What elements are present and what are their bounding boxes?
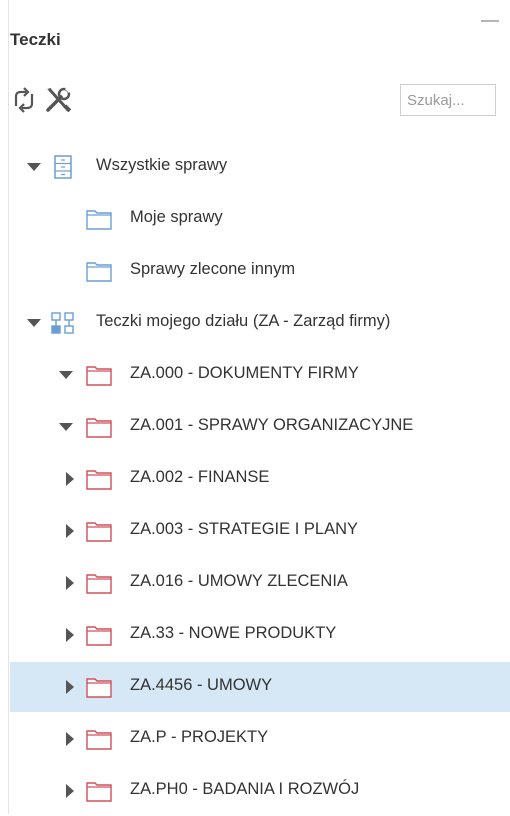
tree-node-folder[interactable]: ZA.002 - FINANSE <box>10 454 510 504</box>
tree-node-my-cases[interactable]: Moje sprawy <box>10 194 510 244</box>
collapsed-toggle-icon[interactable] <box>62 783 78 799</box>
expanded-toggle-icon[interactable] <box>58 367 74 383</box>
refresh-button[interactable] <box>10 86 38 114</box>
tree-node-label: ZA.P - PROJEKTY <box>130 728 269 746</box>
tree-node-label: Moje sprawy <box>130 208 223 226</box>
red-folder-icon <box>86 626 112 646</box>
tree-node-folder-selected[interactable]: ZA.4456 - UMOWY <box>10 662 510 712</box>
red-folder-icon <box>86 730 112 750</box>
tree-node-folder[interactable]: ZA.001 - SPRAWY ORGANIZACYJNE <box>10 402 510 452</box>
tree-node-folder[interactable]: ZA.000 - DOKUMENTY FIRMY <box>10 350 510 400</box>
red-folder-icon <box>86 782 112 802</box>
collapsed-toggle-icon[interactable] <box>62 731 78 747</box>
tree-node-dept-folders[interactable]: Teczki mojego działu (ZA - Zarząd firmy) <box>10 298 510 348</box>
panel-title: Teczki <box>10 30 61 49</box>
expanded-toggle-icon[interactable] <box>26 315 42 331</box>
tree-node-label: ZA.33 - NOWE PRODUKTY <box>130 624 337 642</box>
tree-node-delegated-cases[interactable]: Sprawy zlecone innym <box>10 246 510 296</box>
tree-node-label: Sprawy zlecone innym <box>130 260 296 278</box>
panel-border <box>8 0 9 814</box>
search-input[interactable] <box>400 84 496 116</box>
tree-node-all-cases[interactable]: Wszystkie sprawy <box>10 142 510 192</box>
expanded-toggle-icon[interactable] <box>26 159 42 175</box>
tree-node-label: ZA.001 - SPRAWY ORGANIZACYJNE <box>130 416 414 434</box>
tree-node-label: ZA.003 - STRATEGIE I PLANY <box>130 520 359 538</box>
tree-node-folder[interactable]: ZA.33 - NOWE PRODUKTY <box>10 610 510 660</box>
tree-node-label: ZA.4456 - UMOWY <box>130 676 273 694</box>
tree-node-label: Wszystkie sprawy <box>96 156 228 174</box>
tools-icon <box>46 86 72 113</box>
tree-node-label: ZA.PH0 - BADANIA I ROZWÓJ <box>130 780 360 798</box>
tree-node-folder[interactable]: ZA.PH0 - BADANIA I ROZWÓJ <box>10 766 510 816</box>
folder-icon <box>86 210 112 230</box>
settings-button[interactable] <box>44 86 72 114</box>
red-folder-icon <box>86 522 112 542</box>
tree-node-label: ZA.000 - DOKUMENTY FIRMY <box>130 364 359 382</box>
tree-node-folder[interactable]: ZA.016 - UMOWY ZLECENIA <box>10 558 510 608</box>
tree-node-folder[interactable]: ZA.003 - STRATEGIE I PLANY <box>10 506 510 556</box>
collapsed-toggle-icon[interactable] <box>62 575 78 591</box>
collapsed-toggle-icon[interactable] <box>62 523 78 539</box>
collapsed-toggle-icon[interactable] <box>62 679 78 695</box>
red-folder-icon <box>86 678 112 698</box>
collapsed-toggle-icon[interactable] <box>62 627 78 643</box>
red-folder-icon <box>86 418 112 438</box>
department-icon <box>51 312 74 334</box>
collapsed-toggle-icon[interactable] <box>62 471 78 487</box>
expanded-toggle-icon[interactable] <box>58 419 74 435</box>
tree-node-label: ZA.016 - UMOWY ZLECENIA <box>130 572 348 590</box>
red-folder-icon <box>86 366 112 386</box>
red-folder-icon <box>86 574 112 594</box>
red-folder-icon <box>86 470 112 490</box>
tree-node-label: Teczki mojego działu (ZA - Zarząd firmy) <box>96 312 391 330</box>
toolbar <box>10 84 500 122</box>
tree-node-folder[interactable]: ZA.P - PROJEKTY <box>10 714 510 764</box>
refresh-icon <box>14 87 34 113</box>
minimize-icon[interactable] <box>481 20 499 22</box>
folder-icon <box>86 262 112 282</box>
tree-node-label: ZA.002 - FINANSE <box>130 468 270 486</box>
cabinet-icon <box>54 155 72 179</box>
